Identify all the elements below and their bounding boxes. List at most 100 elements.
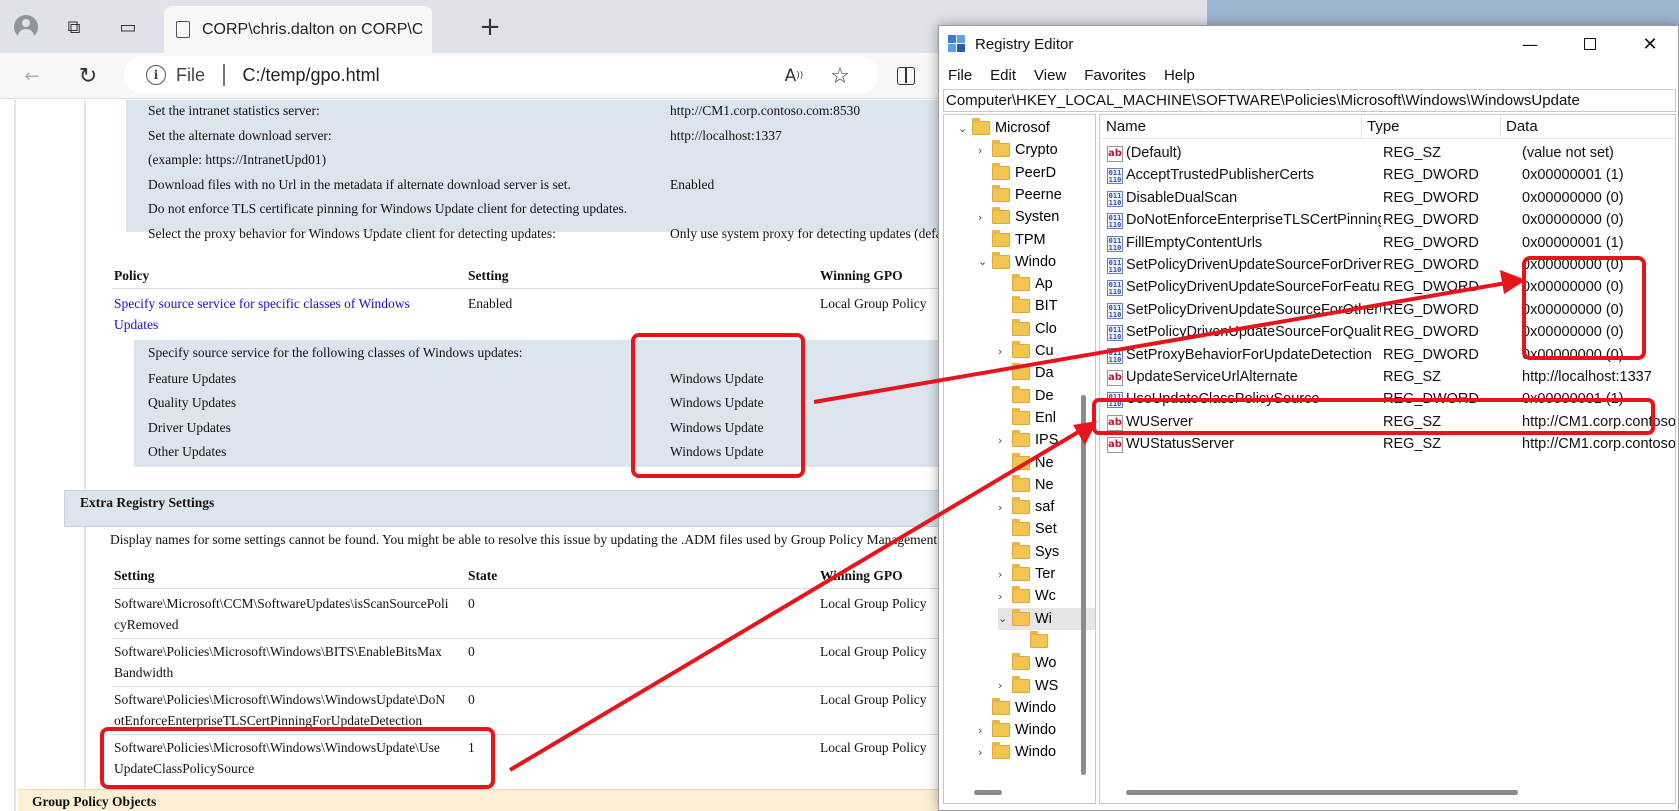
folder-icon [992, 229, 1010, 247]
chevron-right-icon[interactable]: › [998, 434, 1012, 447]
profile-avatar[interactable] [8, 9, 44, 45]
chevron-right-icon[interactable]: › [978, 211, 992, 224]
tree-item-label: Ter [1035, 566, 1056, 582]
registry-gpo: Local Group Policy [820, 740, 927, 755]
gpo-section-title[interactable]: Group Policy Objects [32, 794, 156, 810]
tree-item[interactable]: ⌄ Microsof [958, 117, 1095, 139]
tree-item[interactable]: › Crypto [978, 139, 1095, 161]
tree-item[interactable]: TPM [978, 229, 1095, 251]
tree-item[interactable]: › Cu [998, 340, 1095, 362]
registry-value-row[interactable]: ab UpdateServiceUrlAlternate REG_SZ http://… [1100, 366, 1675, 390]
browser-tab[interactable]: CORP\chris.dalton on CORP\CLIENT [164, 6, 432, 53]
chevron-right-icon[interactable]: › [978, 144, 992, 157]
tree-item[interactable]: › Systen [978, 206, 1095, 228]
address-bar[interactable]: i File C:/temp/gpo.html [124, 56, 878, 94]
registry-value-row[interactable]: 011 110 SetPolicyDrivenUpdateSourceForDri… [1100, 254, 1675, 278]
maximize-button[interactable] [1560, 26, 1620, 62]
registry-value-row[interactable]: 011 110 FillEmptyContentUrls REG_DWORD 0x00… [1100, 232, 1675, 256]
chevron-right-icon[interactable]: › [978, 724, 992, 737]
chevron-down-icon[interactable]: ⌄ [958, 122, 972, 135]
registry-value-row[interactable]: 011 110 DoNotEnforceEnterpriseTLSCertPinn… [1100, 209, 1675, 233]
tree-item[interactable]: PeerD [978, 162, 1095, 184]
tree-item-label: Wo [1035, 655, 1057, 672]
tab-actions-icon[interactable]: ▭ [110, 9, 146, 45]
classes-heading: Specify source service for the following… [148, 345, 523, 360]
folder-icon [972, 118, 990, 135]
chevron-down-icon[interactable]: ⌄ [978, 255, 992, 268]
tree-item[interactable]: › Windo [978, 741, 1095, 763]
tree-vertical-scrollbar[interactable] [1081, 395, 1086, 775]
column-separator[interactable] [1361, 115, 1362, 139]
minimize-button[interactable]: — [1500, 26, 1560, 62]
menu-edit[interactable]: Edit [981, 67, 1025, 84]
registry-value-row[interactable]: 011 110 SetPolicyDrivenUpdateSourceForQua… [1100, 321, 1675, 345]
menu-favorites[interactable]: Favorites [1075, 67, 1155, 84]
split-screen-icon[interactable] [888, 58, 924, 94]
read-aloud-icon[interactable]: A)) [776, 58, 812, 94]
chevron-right-icon[interactable]: › [998, 345, 1012, 358]
value-name: SetProxyBehaviorForUpdateDetection [1126, 346, 1372, 363]
tree-item[interactable]: ⌄ Windo [978, 251, 1095, 273]
tree-item-label: Ne [1035, 454, 1054, 471]
setting-label: (example: https://IntranetUpd01) [148, 152, 327, 167]
tree-item[interactable]: Clo [998, 318, 1095, 340]
close-button[interactable]: ✕ [1620, 26, 1679, 62]
refresh-icon[interactable]: ↻ [70, 58, 106, 94]
chevron-down-icon[interactable]: ⌄ [998, 612, 1012, 625]
url-text[interactable]: C:/temp/gpo.html [243, 65, 380, 86]
registry-value-row[interactable]: 011 110 SetPolicyDrivenUpdateSourceForFea… [1100, 276, 1675, 300]
registry-value-row[interactable]: ab WUStatusServer REG_SZ http://CM1.corp.co… [1100, 433, 1675, 457]
value-name: DoNotEnforceEnterpriseTLSCertPinningForU… [1126, 212, 1381, 229]
registry-gpo: Local Group Policy [820, 644, 927, 659]
column-data[interactable]: Data [1506, 118, 1538, 135]
policy-link[interactable]: Specify source service for specific clas… [114, 296, 410, 312]
workspaces-icon[interactable]: ⧉ [56, 9, 92, 45]
extra-registry-title[interactable]: Extra Registry Settings [80, 495, 214, 511]
tree-item[interactable]: › Windo [978, 719, 1095, 741]
values-header: Name Type Data [1100, 115, 1675, 139]
tree-item[interactable]: Windo [978, 697, 1095, 719]
tree-item[interactable]: Ap [998, 273, 1095, 295]
menu-help[interactable]: Help [1155, 67, 1204, 84]
column-separator[interactable] [1500, 115, 1501, 139]
column-type[interactable]: Type [1367, 118, 1400, 135]
chevron-right-icon[interactable]: › [998, 679, 1012, 692]
registry-gpo: Local Group Policy [820, 692, 927, 707]
registry-value-row[interactable]: 011 110 SetProxyBehaviorForUpdateDetectio… [1100, 344, 1675, 368]
star-icon[interactable]: ☆ [822, 58, 858, 94]
values-horizontal-scrollbar[interactable] [1126, 790, 1518, 795]
tree-item[interactable]: BIT [998, 295, 1095, 317]
registry-path-bar[interactable]: Computer\HKEY_LOCAL_MACHINE\SOFTWARE\Pol… [943, 89, 1676, 112]
folder-icon [1012, 564, 1030, 581]
folder-icon [1012, 653, 1030, 671]
value-type: REG_DWORD [1383, 346, 1479, 363]
chevron-right-icon[interactable]: › [978, 746, 992, 759]
chevron-right-icon[interactable]: › [998, 501, 1012, 514]
registry-state: 1 [468, 740, 475, 755]
registry-value-row[interactable]: 011 110 AcceptTrustedPublisherCerts REG_DW… [1100, 164, 1675, 188]
registry-value-row[interactable]: ab (Default) REG_SZ (value not set) [1100, 142, 1675, 166]
menu-file[interactable]: File [939, 67, 981, 84]
registry-key: Software\Microsoft\CCM\SoftwareUpdates\i… [114, 596, 449, 611]
folder-icon [992, 162, 1010, 180]
registry-value-row[interactable]: 011 110 SetPolicyDrivenUpdateSourceForOth… [1100, 299, 1675, 323]
info-icon[interactable]: i [146, 65, 166, 85]
menu-view[interactable]: View [1025, 67, 1075, 84]
value-name: SetPolicyDrivenUpdateSourceForDriverUpda… [1126, 257, 1381, 273]
registry-value-row[interactable]: 011 110 DisableDualScan REG_DWORD 0x0000000… [1100, 187, 1675, 211]
back-arrow-icon[interactable]: ← [14, 58, 50, 94]
tree-item-label: IPS [1035, 432, 1059, 449]
policy-link-cont[interactable]: Updates [114, 317, 158, 333]
tree-item[interactable]: Peerne [978, 184, 1095, 206]
plus-icon[interactable]: + [472, 9, 508, 45]
chevron-right-icon[interactable]: › [998, 568, 1012, 581]
tree-item-label: PeerD [1015, 164, 1057, 181]
tree-horizontal-scrollbar[interactable] [974, 790, 1002, 795]
chevron-right-icon[interactable]: › [998, 590, 1012, 603]
column-name[interactable]: Name [1106, 118, 1146, 135]
tree-item[interactable]: Da [998, 362, 1095, 384]
registry-value-row[interactable]: 011 110 UseUpdateClassPolicySource REG_DWO… [1100, 388, 1675, 412]
col-header-setting: Setting [114, 568, 155, 583]
registry-value-row[interactable]: ab WUServer REG_SZ http://CM1.corp.contoso.… [1100, 411, 1675, 435]
title-bar[interactable]: Registry Editor — ✕ [939, 26, 1678, 62]
